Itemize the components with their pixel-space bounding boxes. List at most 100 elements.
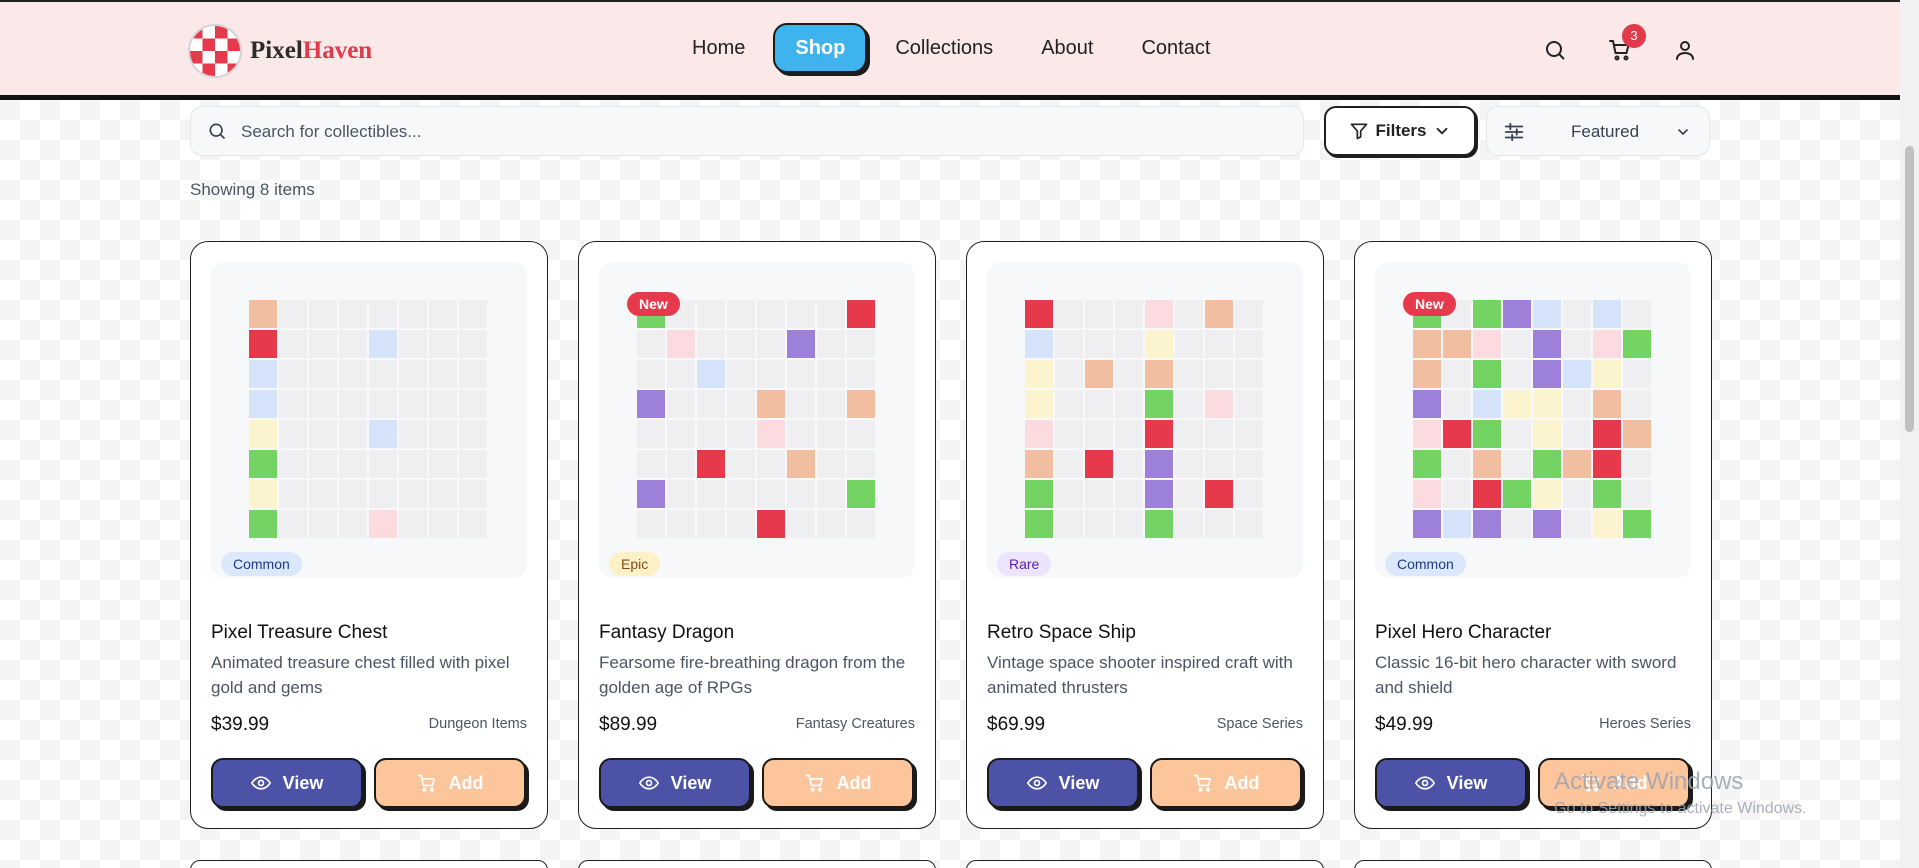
pixel-cell <box>1175 330 1203 358</box>
pixel-cell <box>1563 420 1591 448</box>
pixel-cell <box>309 390 337 418</box>
pixel-cell <box>459 510 487 538</box>
pixel-cell <box>757 510 785 538</box>
pixel-cell <box>429 360 457 388</box>
pixel-cell <box>1235 510 1263 538</box>
add-to-cart-button[interactable]: Add <box>1150 758 1302 808</box>
nav-shop[interactable]: Shop <box>773 23 868 73</box>
pixel-cell <box>1055 390 1083 418</box>
search-input[interactable] <box>241 117 1241 147</box>
pixel-cell <box>1145 300 1173 328</box>
pixel-cell <box>1055 330 1083 358</box>
nav-about[interactable]: About <box>1017 22 1117 74</box>
pixel-cell <box>369 390 397 418</box>
search-icon[interactable] <box>1543 38 1567 62</box>
chevron-down-icon <box>1436 127 1447 135</box>
pixel-cell <box>847 300 875 328</box>
pixel-cell <box>1413 330 1441 358</box>
pixel-cell <box>1205 510 1233 538</box>
pixel-cell <box>429 480 457 508</box>
add-label: Add <box>448 772 484 793</box>
pixel-cell <box>1503 510 1531 538</box>
product-price: $39.99 <box>211 714 270 735</box>
pixel-cell <box>1623 330 1651 358</box>
product-card: New Common Pixel Hero Character Classic … <box>1354 241 1712 829</box>
pixel-cell <box>1145 480 1173 508</box>
nav-home[interactable]: Home <box>668 22 769 74</box>
view-button[interactable]: View <box>987 758 1139 808</box>
pixel-cell <box>817 420 845 448</box>
pixel-cell <box>369 420 397 448</box>
pixel-cell <box>279 300 307 328</box>
pixel-cell <box>1623 300 1651 328</box>
pixel-cell <box>667 480 695 508</box>
pixel-cell <box>459 330 487 358</box>
eye-icon <box>250 776 271 790</box>
user-icon[interactable] <box>1673 38 1697 62</box>
pixel-cell <box>787 480 815 508</box>
pixel-cell <box>817 390 845 418</box>
pixel-cell <box>459 420 487 448</box>
pixel-cell <box>667 420 695 448</box>
filters-button[interactable]: Filters <box>1324 106 1476 156</box>
pixel-cell <box>1055 450 1083 478</box>
pixel-cell <box>249 330 277 358</box>
scrollbar-thumb[interactable] <box>1905 146 1914 432</box>
pixel-cell <box>1533 330 1561 358</box>
pixel-cell <box>339 390 367 418</box>
product-image[interactable]: Common <box>211 262 527 578</box>
pixel-cell <box>697 330 725 358</box>
pixel-cell <box>1235 390 1263 418</box>
product-price: $49.99 <box>1375 714 1434 735</box>
add-to-cart-button[interactable]: Add <box>374 758 526 808</box>
pixel-cell <box>847 330 875 358</box>
pixel-cell <box>1413 510 1441 538</box>
view-button[interactable]: View <box>211 758 363 808</box>
pixel-cell <box>1175 360 1203 388</box>
brand-name: PixelHaven <box>250 37 373 64</box>
product-image[interactable]: New Epic <box>599 262 915 578</box>
rarity-badge: Common <box>1385 552 1466 576</box>
pixel-cell <box>697 420 725 448</box>
pixel-cell <box>1443 480 1471 508</box>
view-label: View <box>670 772 712 793</box>
pixel-cell <box>1085 390 1113 418</box>
pixel-cell <box>637 450 665 478</box>
pixel-cell <box>757 480 785 508</box>
product-card-partial <box>966 860 1324 868</box>
pixel-cell <box>1593 450 1621 478</box>
pixel-cell <box>459 390 487 418</box>
add-to-cart-button[interactable]: Add <box>762 758 914 808</box>
pixel-cell <box>1175 450 1203 478</box>
add-label: Add <box>1224 772 1260 793</box>
pixel-cell <box>1085 360 1113 388</box>
view-button[interactable]: View <box>599 758 751 808</box>
pixel-cell <box>1593 420 1621 448</box>
pixel-cell <box>1563 330 1591 358</box>
search-bar <box>190 106 1304 156</box>
product-price: $89.99 <box>599 714 658 735</box>
view-button[interactable]: View <box>1375 758 1527 808</box>
pixel-cell <box>1443 420 1471 448</box>
sort-select[interactable]: Featured <box>1486 106 1710 156</box>
brand-logo[interactable]: PixelHaven <box>188 24 372 78</box>
nav-contact[interactable]: Contact <box>1117 22 1234 74</box>
pixel-cell <box>1503 330 1531 358</box>
product-image[interactable]: New Common <box>1375 262 1691 578</box>
pixel-cell <box>637 360 665 388</box>
pixel-cell <box>1593 360 1621 388</box>
page-scrollbar[interactable] <box>1900 0 1919 868</box>
pixel-cell <box>697 360 725 388</box>
pixel-cell <box>1623 360 1651 388</box>
pixel-cell <box>1623 420 1651 448</box>
pixel-cell <box>1563 300 1591 328</box>
pixel-cell <box>1443 390 1471 418</box>
nav-collections[interactable]: Collections <box>871 22 1017 74</box>
pixel-cell <box>399 330 427 358</box>
product-image[interactable]: Rare <box>987 262 1303 578</box>
pixel-cell <box>1563 510 1591 538</box>
pixel-cell <box>1025 390 1053 418</box>
product-title: Pixel Hero Character <box>1375 622 1552 643</box>
pixel-cell <box>1533 420 1561 448</box>
pixel-cell <box>1443 450 1471 478</box>
